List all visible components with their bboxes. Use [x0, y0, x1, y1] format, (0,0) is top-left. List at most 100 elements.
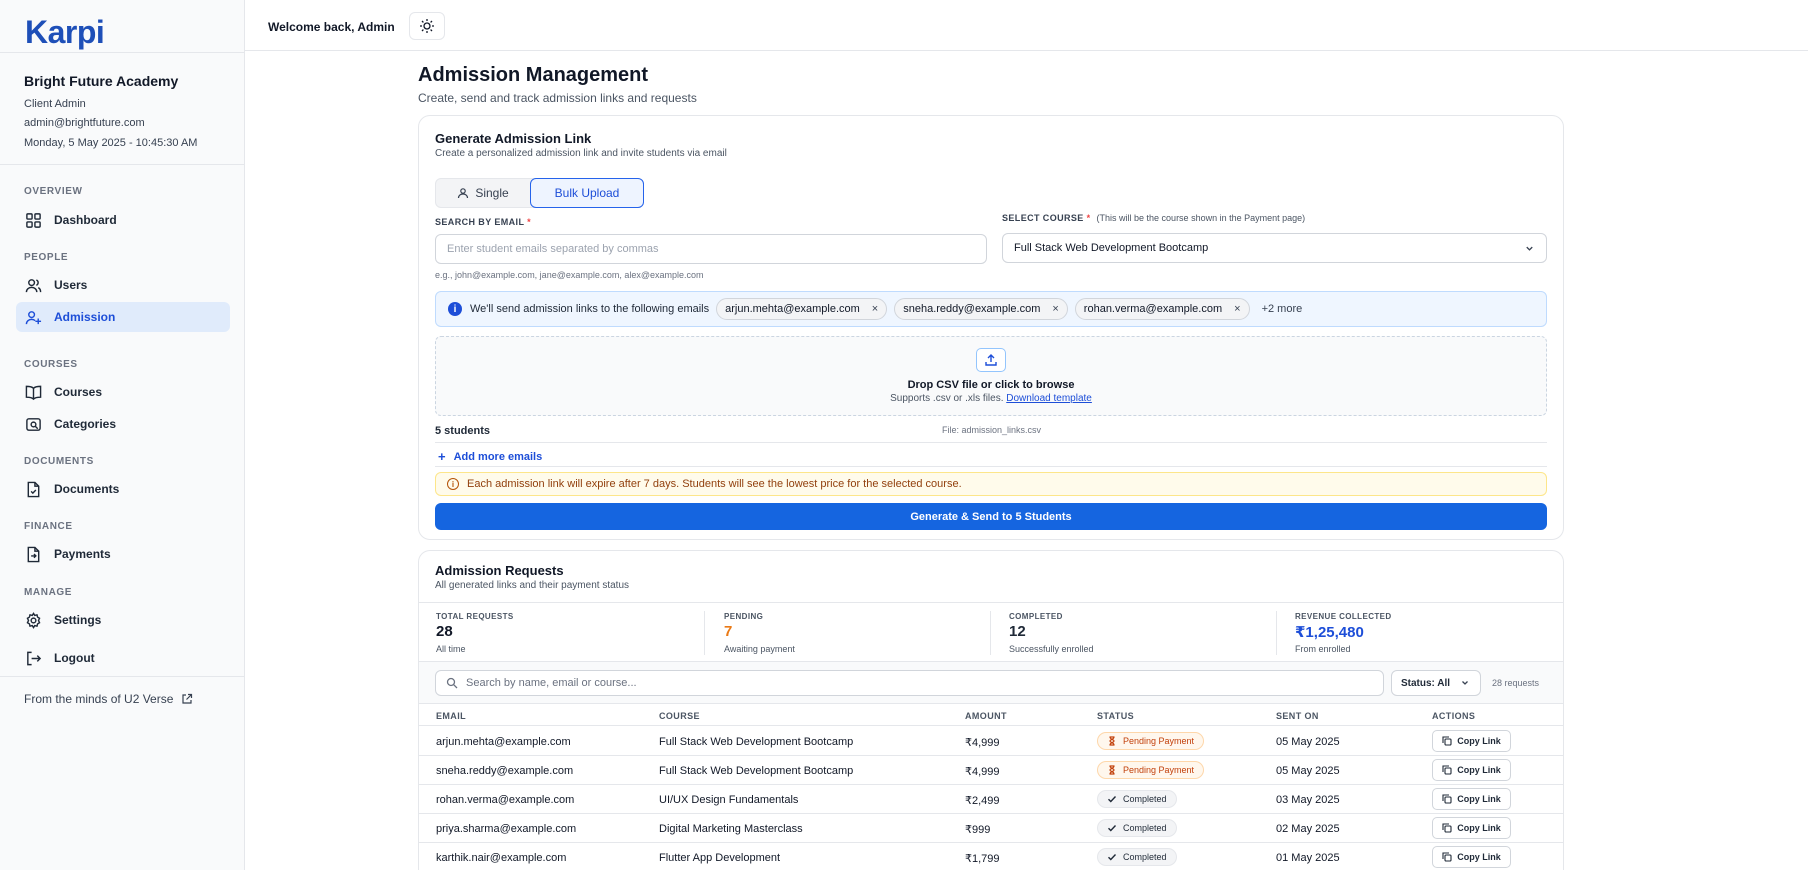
topbar: Welcome back, Admin [245, 0, 1808, 51]
students-count: 5 students [435, 425, 491, 437]
table-row: priya.sharma@example.com Digital Marketin… [419, 814, 1563, 843]
footer-text: From the minds of U2 Verse [24, 692, 174, 706]
add-more-emails-button[interactable]: + Add more emails [435, 449, 542, 464]
mode-toggle: Single Bulk Upload [435, 178, 644, 208]
hourglass-icon [1109, 736, 1115, 746]
copy-icon [1442, 794, 1452, 804]
users-icon [25, 278, 42, 292]
section-people: PEOPLE [24, 252, 69, 263]
course-value: Full Stack Web Development Bootcamp [1014, 242, 1209, 254]
cell-email: priya.sharma@example.com [436, 823, 577, 835]
sun-icon [420, 19, 434, 33]
sidebar-item-label: Categories [54, 417, 117, 431]
welcome-text: Welcome back, Admin [268, 20, 395, 34]
tab-single[interactable]: Single [436, 179, 530, 207]
email-input[interactable]: Enter student emails separated by commas [435, 234, 987, 264]
plus-icon: + [438, 449, 446, 464]
gear-icon [26, 611, 41, 629]
sidebar-divider [0, 676, 245, 677]
col-actions: ACTIONS [1432, 711, 1476, 721]
copy-link-button[interactable]: Copy Link [1432, 846, 1511, 868]
cell-amount: ₹2,499 [965, 795, 1000, 807]
file-name: File: admission_links.csv [942, 425, 1042, 435]
section-documents: DOCUMENTS [24, 456, 94, 467]
copy-icon [1442, 823, 1452, 833]
col-amount: AMOUNT [965, 711, 1007, 721]
csv-dropzone[interactable]: Drop CSV file or click to browse Support… [435, 336, 1547, 416]
theme-toggle-button[interactable] [409, 12, 445, 40]
email-label: SEARCH BY EMAIL * [435, 217, 531, 227]
sidebar-item-settings[interactable]: Settings [16, 605, 230, 635]
org-name: Bright Future Academy [24, 73, 179, 89]
sidebar-item-courses[interactable]: Courses [16, 377, 230, 407]
sidebar-item-dashboard[interactable]: Dashboard [16, 205, 230, 235]
sidebar-item-logout[interactable]: Logout [16, 643, 230, 673]
karpi-logo[interactable]: Karpi [25, 14, 105, 51]
status-badge: Completed [1097, 848, 1177, 866]
sidebar-item-documents[interactable]: Documents [16, 474, 230, 504]
cell-sent-on: 01 May 2025 [1276, 852, 1340, 864]
close-icon[interactable]: × [872, 303, 878, 315]
document-icon [27, 481, 40, 497]
email-chip: sneha.reddy@example.com × [894, 298, 1068, 320]
tab-bulk-upload[interactable]: Bulk Upload [530, 178, 644, 208]
copy-link-button[interactable]: Copy Link [1432, 759, 1511, 781]
dropzone-title: Drop CSV file or click to browse [907, 379, 1075, 391]
check-icon [1108, 796, 1117, 803]
stat-value: 7 [724, 623, 733, 640]
generate-send-button[interactable]: Generate & Send to 5 Students [435, 503, 1547, 530]
requests-count: 28 requests [1492, 678, 1540, 688]
recipients-info: i We'll send admission links to the foll… [435, 291, 1547, 327]
org-role: Client Admin [24, 98, 86, 110]
search-input[interactable]: Search by name, email or course... [435, 670, 1384, 696]
footer-link[interactable]: From the minds of U2 Verse [24, 692, 193, 706]
copy-icon [1442, 765, 1452, 775]
sidebar-item-label: Courses [54, 385, 103, 399]
cell-course: Full Stack Web Development Bootcamp [659, 736, 854, 748]
course-select[interactable]: Full Stack Web Development Bootcamp [1002, 233, 1547, 263]
copy-link-button[interactable]: Copy Link [1432, 788, 1511, 810]
close-icon[interactable]: × [1234, 303, 1240, 315]
org-email: admin@brightfuture.com [24, 117, 145, 129]
section-manage: MANAGE [24, 587, 73, 598]
sidebar-item-payments[interactable]: Payments [16, 539, 230, 569]
copy-link-button[interactable]: Copy Link [1432, 817, 1511, 839]
sidebar-item-users[interactable]: Users [16, 270, 230, 300]
stat-value: 28 [436, 623, 453, 640]
sidebar: Karpi Bright Future Academy Client Admin… [0, 0, 245, 870]
copy-icon [1442, 736, 1452, 746]
copy-link-button[interactable]: Copy Link [1432, 730, 1511, 752]
copy-icon [1442, 852, 1452, 862]
table-header: EMAIL COURSE AMOUNT STATUS SENT ON ACTIO… [419, 704, 1563, 726]
tab-label: Single [475, 186, 509, 200]
table-row: karthik.nair@example.com Flutter App Deve… [419, 843, 1563, 870]
sidebar-divider [0, 164, 245, 165]
sidebar-item-label: Admission [54, 310, 116, 324]
user-plus-icon [25, 310, 42, 324]
sidebar-item-categories[interactable]: Categories [16, 409, 230, 439]
sidebar-item-label: Users [54, 278, 88, 292]
cell-amount: ₹4,999 [965, 737, 1000, 749]
upload-icon [976, 348, 1006, 372]
status-badge: Completed [1097, 790, 1177, 808]
cell-amount: ₹999 [965, 824, 991, 836]
col-course: COURSE [659, 711, 700, 721]
stats-row: TOTAL REQUESTS 28 All time PENDING 7 Awa… [419, 602, 1563, 662]
requests-title: Admission Requests [435, 563, 564, 578]
close-icon[interactable]: × [1052, 303, 1058, 315]
divider [435, 442, 1547, 443]
cell-sent-on: 02 May 2025 [1276, 823, 1340, 835]
cell-amount: ₹1,799 [965, 853, 1000, 865]
cell-course: Full Stack Web Development Bootcamp [659, 765, 854, 777]
cell-course: UI/UX Design Fundamentals [659, 794, 799, 806]
hourglass-icon [1109, 765, 1115, 775]
email-chip: rohan.verma@example.com × [1074, 298, 1250, 320]
email-chip: arjun.mehta@example.com × [716, 298, 888, 320]
more-emails[interactable]: +2 more [1262, 303, 1303, 315]
book-icon [25, 385, 42, 400]
info-icon: i [448, 302, 462, 316]
col-email: EMAIL [436, 711, 466, 721]
status-filter-select[interactable]: Status: All [1391, 670, 1481, 696]
sidebar-item-admission[interactable]: Admission [16, 302, 230, 332]
download-template-link[interactable]: Download template [1006, 393, 1092, 404]
